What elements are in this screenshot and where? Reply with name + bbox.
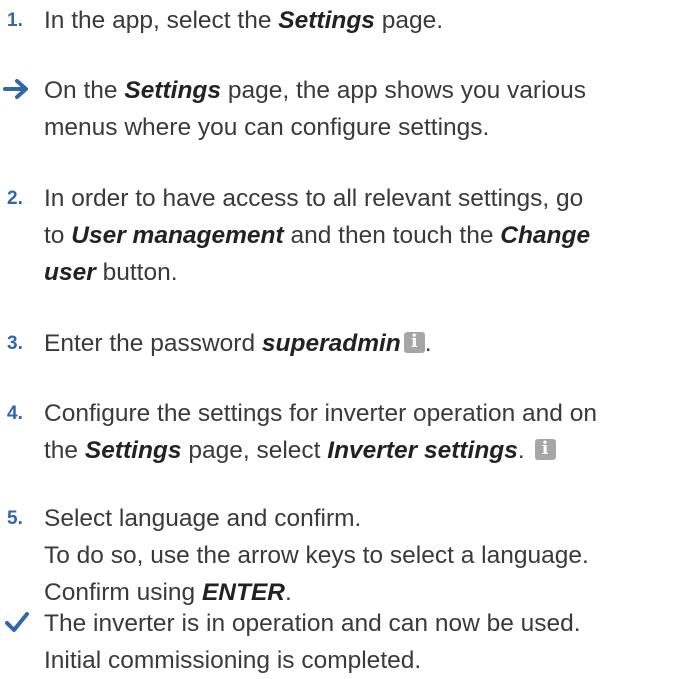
step-number: 3. xyxy=(7,333,23,354)
step-1: 1. In the app, select the Settings page. xyxy=(0,2,696,39)
emphasis-settings: Settings xyxy=(124,77,222,104)
emphasis-settings: Settings xyxy=(84,437,182,464)
step-text: menus where you can configure settings. xyxy=(44,114,490,141)
step-number: 4. xyxy=(7,403,23,424)
step-text: . xyxy=(517,437,525,464)
instruction-list: 1. In the app, select the Settings page.… xyxy=(0,0,696,675)
step-text: The inverter is in operation and can now… xyxy=(44,610,581,637)
step-2: 2. In order to have access to all releva… xyxy=(0,180,696,291)
step-text: On the xyxy=(44,77,125,104)
step-number: 1. xyxy=(7,10,23,31)
step-text: page, the app shows you various xyxy=(221,77,587,104)
step-text: page. xyxy=(374,7,444,34)
step-number: 5. xyxy=(7,508,23,529)
step-text: and then touch the xyxy=(283,222,501,249)
step-text: In order to have access to all relevant … xyxy=(44,185,584,212)
emphasis-change-user: user xyxy=(44,259,96,286)
info-icon[interactable]: i xyxy=(403,331,425,353)
step-text: In the app, select the xyxy=(44,7,279,34)
step-text: Select language and confirm. xyxy=(44,505,362,532)
step-text: . xyxy=(285,579,292,606)
step-text: to xyxy=(44,222,72,249)
result-commissioning-complete: The inverter is in operation and can now… xyxy=(0,605,696,679)
arrow-right-icon xyxy=(3,79,28,99)
emphasis-password: superadmin xyxy=(261,330,401,357)
emphasis-inverter-settings: Inverter settings xyxy=(327,437,518,464)
step-text: Enter the password xyxy=(44,330,262,357)
step-text: To do so, use the arrow keys to select a… xyxy=(44,542,589,569)
step-number: 2. xyxy=(7,188,23,209)
emphasis-settings: Settings xyxy=(278,7,375,34)
step-text: page, select xyxy=(181,437,328,464)
step-text: Configure the settings for inverter oper… xyxy=(44,400,597,427)
step-5: 5. Select language and confirm. To do so… xyxy=(0,500,696,611)
step-3: 3. Enter the password superadmin i. xyxy=(0,325,696,362)
checkmark-icon xyxy=(5,612,29,632)
emphasis-change-user: Change xyxy=(500,222,591,249)
result-settings-menus: On the Settings page, the app shows you … xyxy=(0,72,696,146)
step-text: Confirm using xyxy=(44,579,202,606)
step-text: . xyxy=(424,330,432,357)
emphasis-enter-key: ENTER xyxy=(201,579,285,606)
info-icon[interactable]: i xyxy=(534,438,556,460)
step-text: the xyxy=(44,437,85,464)
step-text: button. xyxy=(95,259,178,286)
emphasis-user-management: User management xyxy=(71,222,284,249)
step-text: Initial commissioning is completed. xyxy=(44,647,422,674)
step-4: 4. Configure the settings for inverter o… xyxy=(0,395,696,469)
